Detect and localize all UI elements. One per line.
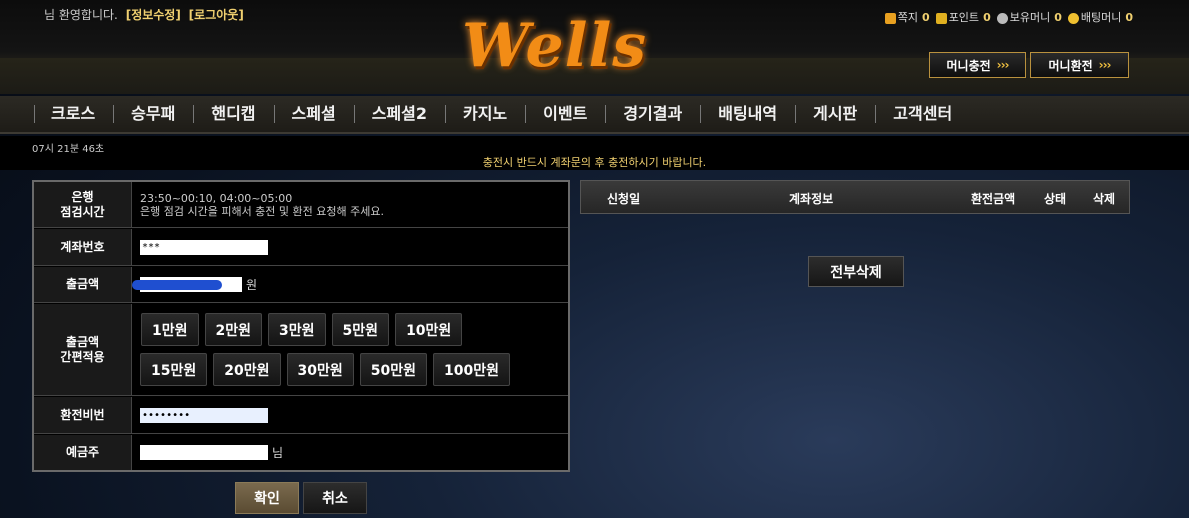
account-holder-field[interactable] bbox=[140, 445, 268, 460]
quick-amount-button[interactable]: 10만원 bbox=[395, 313, 463, 346]
nav-item-cross[interactable]: 크로스 bbox=[35, 105, 113, 123]
password-label: 환전비번 bbox=[34, 397, 132, 433]
bank-check-note: 은행 점검 시간을 피해서 충전 및 환전 요청해 주세요. bbox=[140, 204, 384, 218]
betting-money-value: 0 bbox=[1125, 11, 1133, 24]
quick-amount-button[interactable]: 5만원 bbox=[331, 313, 390, 346]
withdraw-form: 은행 점검시간 23:50~00:10, 04:00~05:00 은행 점검 시간… bbox=[32, 180, 570, 472]
bank-check-value: 23:50~00:10, 04:00~05:00 은행 점검 시간을 피해서 충… bbox=[132, 182, 568, 227]
quick-amount-button[interactable]: 15만원 bbox=[140, 353, 208, 386]
amount-value-cell: 원 bbox=[132, 267, 568, 302]
history-table-header: 신청일 계좌정보 환전금액 상태 삭제 bbox=[580, 180, 1130, 214]
holder-row: 예금주 님 bbox=[34, 435, 568, 470]
deposit-notice: 충전시 반드시 계좌문의 후 충전하시기 바랍니다. bbox=[482, 156, 707, 169]
nav-item-board[interactable]: 게시판 bbox=[795, 105, 875, 123]
arrows-icon: ››› bbox=[1098, 58, 1112, 72]
account-number-field[interactable] bbox=[140, 239, 268, 255]
quick-label-line2: 간편적용 bbox=[60, 349, 105, 364]
message-label: 쪽지 bbox=[897, 11, 919, 24]
quick-amount-button[interactable]: 100만원 bbox=[433, 353, 510, 386]
nav-item-special[interactable]: 스페셜 bbox=[273, 105, 354, 123]
quick-amount-button[interactable]: 50만원 bbox=[359, 353, 427, 386]
header: 님 환영합니다. [정보수정] [로그아웃] Wells 쪽지 0 포인트 0 보유… bbox=[0, 0, 1189, 94]
amount-unit: 원 bbox=[246, 278, 258, 292]
message-count: 0 bbox=[922, 11, 930, 24]
nav-item-special2[interactable]: 스페셜2 bbox=[353, 105, 445, 123]
bank-check-label-line1: 은행 bbox=[71, 189, 94, 204]
betting-money-label: 배팅머니 bbox=[1080, 11, 1122, 24]
quick-amount-button[interactable]: 30만원 bbox=[286, 353, 354, 386]
delete-all-button[interactable]: 전부삭제 bbox=[808, 256, 904, 287]
column-header-date: 신청일 bbox=[607, 192, 641, 206]
message-stat[interactable]: 쪽지 0 bbox=[884, 9, 930, 25]
cancel-button[interactable]: 취소 bbox=[303, 482, 367, 514]
edit-info-link[interactable]: [정보수정] bbox=[126, 8, 181, 22]
column-header-status: 상태 bbox=[1044, 192, 1067, 206]
main-nav: 크로스 승무패 핸디캡 스페셜 스페셜2 카지노 이벤트 경기결과 배팅내역 게… bbox=[0, 96, 1189, 134]
nav-item-results[interactable]: 경기결과 bbox=[605, 105, 700, 123]
withdraw-button[interactable]: 머니환전 ››› bbox=[1030, 52, 1129, 78]
nav-item-event[interactable]: 이벤트 bbox=[525, 105, 605, 123]
deposit-button[interactable]: 머니충전 ››› bbox=[929, 52, 1026, 78]
welcome-area: 님 환영합니다. [정보수정] [로그아웃] bbox=[44, 6, 244, 23]
account-value-cell bbox=[132, 229, 568, 265]
bank-check-time: 23:50~00:10, 04:00~05:00 bbox=[140, 191, 293, 205]
deposit-button-label: 머니충전 bbox=[946, 58, 991, 73]
quick-amount-button[interactable]: 3만원 bbox=[268, 313, 326, 346]
quick-amount-row: 출금액 간편적용 1만원 2만원 3만원 5만원 10만원 15만원 20만원 3… bbox=[34, 304, 568, 396]
password-value-cell bbox=[132, 397, 568, 433]
amount-label: 출금액 bbox=[34, 267, 132, 302]
user-stats: 쪽지 0 포인트 0 보유머니 0 배팅머니 0 bbox=[884, 9, 1133, 25]
amount-row: 출금액 원 bbox=[34, 267, 568, 303]
password-field[interactable] bbox=[140, 407, 268, 423]
bank-check-label: 은행 점검시간 bbox=[34, 182, 132, 227]
holder-label: 예금주 bbox=[34, 435, 132, 470]
nav-item-support[interactable]: 고객센터 bbox=[875, 105, 970, 123]
quick-amount-buttons: 1만원 2만원 3만원 5만원 10만원 15만원 20만원 30만원 50만원… bbox=[132, 304, 568, 395]
holder-value-cell: 님 bbox=[132, 435, 568, 470]
password-row: 환전비번 bbox=[34, 397, 568, 434]
quick-label-line1: 출금액 bbox=[65, 334, 100, 349]
message-icon bbox=[884, 12, 896, 24]
amount-field[interactable] bbox=[132, 277, 242, 292]
point-label: 포인트 bbox=[948, 11, 980, 24]
holding-money-label: 보유머니 bbox=[1009, 11, 1051, 24]
quick-amount-button[interactable]: 1만원 bbox=[141, 313, 199, 346]
point-icon bbox=[935, 12, 947, 24]
column-header-account: 계좌정보 bbox=[789, 192, 834, 206]
quick-amount-button[interactable]: 2만원 bbox=[204, 313, 263, 346]
welcome-text: 님 환영합니다. bbox=[44, 8, 118, 22]
gold-coin-icon bbox=[1067, 12, 1079, 24]
redaction-mark bbox=[132, 280, 222, 290]
point-stat: 포인트 0 bbox=[935, 9, 991, 25]
nav-item-casino[interactable]: 카지노 bbox=[444, 105, 525, 123]
column-header-delete: 삭제 bbox=[1093, 192, 1116, 206]
withdraw-button-label: 머니환전 bbox=[1048, 58, 1093, 73]
betting-money-stat: 배팅머니 0 bbox=[1067, 9, 1133, 25]
coins-icon bbox=[996, 12, 1008, 24]
holder-suffix: 님 bbox=[272, 446, 284, 460]
bank-check-row: 은행 점검시간 23:50~00:10, 04:00~05:00 은행 점검 시간… bbox=[34, 182, 568, 228]
bank-check-label-line2: 점검시간 bbox=[60, 204, 105, 219]
nav-item-win-draw-lose[interactable]: 승무패 bbox=[113, 105, 193, 123]
account-row: 계좌번호 bbox=[34, 229, 568, 266]
confirm-button[interactable]: 확인 bbox=[235, 482, 299, 514]
point-value: 0 bbox=[983, 11, 991, 24]
page: 님 환영합니다. [정보수정] [로그아웃] Wells 쪽지 0 포인트 0 보유… bbox=[0, 0, 1189, 518]
logout-link[interactable]: [로그아웃] bbox=[189, 8, 244, 22]
quick-amount-label: 출금액 간편적용 bbox=[34, 304, 132, 395]
nav-item-bet-history[interactable]: 배팅내역 bbox=[700, 105, 795, 123]
logo[interactable]: Wells bbox=[462, 8, 647, 84]
account-label: 계좌번호 bbox=[34, 229, 132, 265]
arrows-icon: ››› bbox=[996, 58, 1010, 72]
nav-item-handicap[interactable]: 핸디캡 bbox=[193, 105, 273, 123]
quick-amount-button[interactable]: 20만원 bbox=[213, 353, 281, 386]
column-header-amount: 환전금액 bbox=[971, 192, 1016, 206]
clock: 07시 21분 46초 bbox=[32, 144, 105, 155]
holding-money-value: 0 bbox=[1054, 11, 1062, 24]
holding-money-stat: 보유머니 0 bbox=[996, 9, 1062, 25]
